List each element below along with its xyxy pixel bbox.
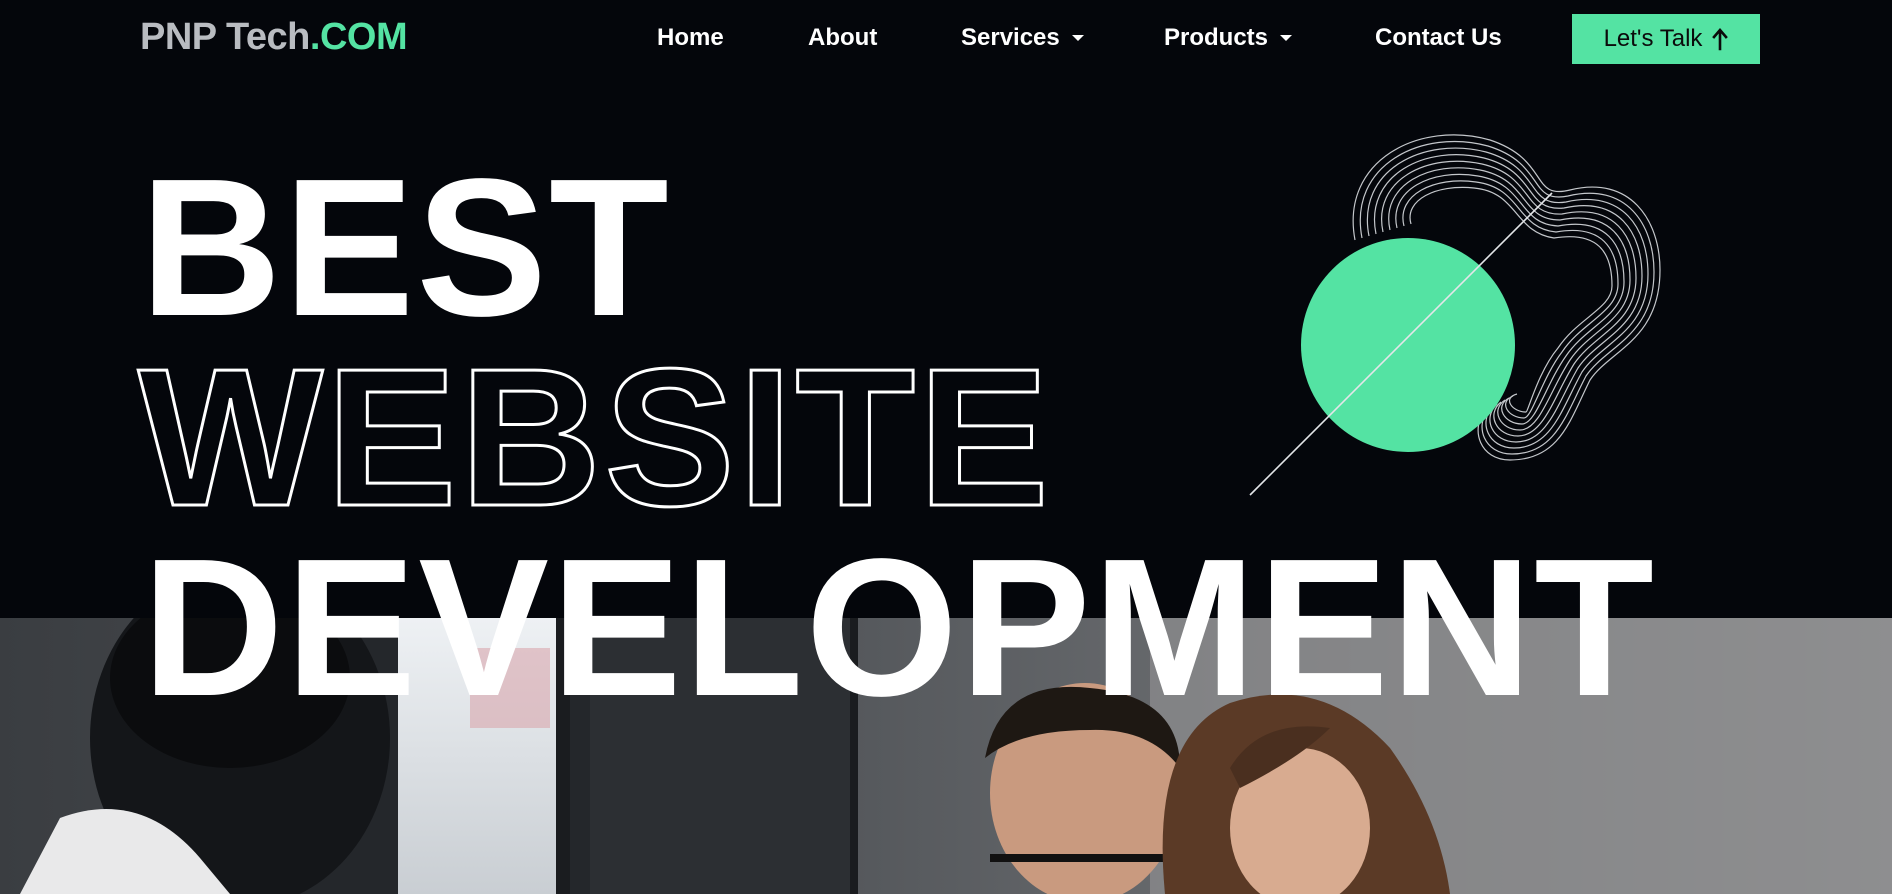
hero-line-development: DEVELOPMENT [142, 518, 1656, 737]
nav-contact-us[interactable]: Contact Us [1375, 24, 1502, 52]
brand-logo[interactable]: PNP Tech.COM [140, 16, 408, 59]
nav-services-dropdown[interactable]: Services [961, 24, 1084, 52]
brand-tld: .COM [309, 16, 408, 58]
nav-services-label: Services [961, 24, 1060, 51]
nav-products-label: Products [1164, 24, 1269, 51]
wavy-lines-decoration [1249, 134, 1661, 496]
nav-home[interactable]: Home [657, 24, 724, 52]
lets-talk-label: Let's Talk [1603, 25, 1703, 52]
nav-home-label: Home [657, 24, 724, 51]
nav-about-label: About [808, 24, 878, 51]
brand-name: PNP Tech [140, 16, 310, 58]
navbar: PNP Tech.COM Home About Services Product… [0, 0, 1892, 80]
nav-contact-label: Contact Us [1375, 24, 1502, 51]
nav-products-dropdown[interactable]: Products [1164, 24, 1293, 52]
hero-line-best: BEST [140, 138, 671, 357]
hero-line-website: WEBSITE [137, 328, 1052, 547]
nav-about[interactable]: About [808, 24, 877, 52]
chevron-down-icon [1071, 35, 1084, 41]
lets-talk-button[interactable]: Let's Talk [1572, 14, 1760, 64]
page: PNP Tech.COM Home About Services Product… [0, 0, 1892, 894]
chevron-down-icon [1280, 35, 1293, 41]
arrow-up-icon [1712, 28, 1729, 51]
